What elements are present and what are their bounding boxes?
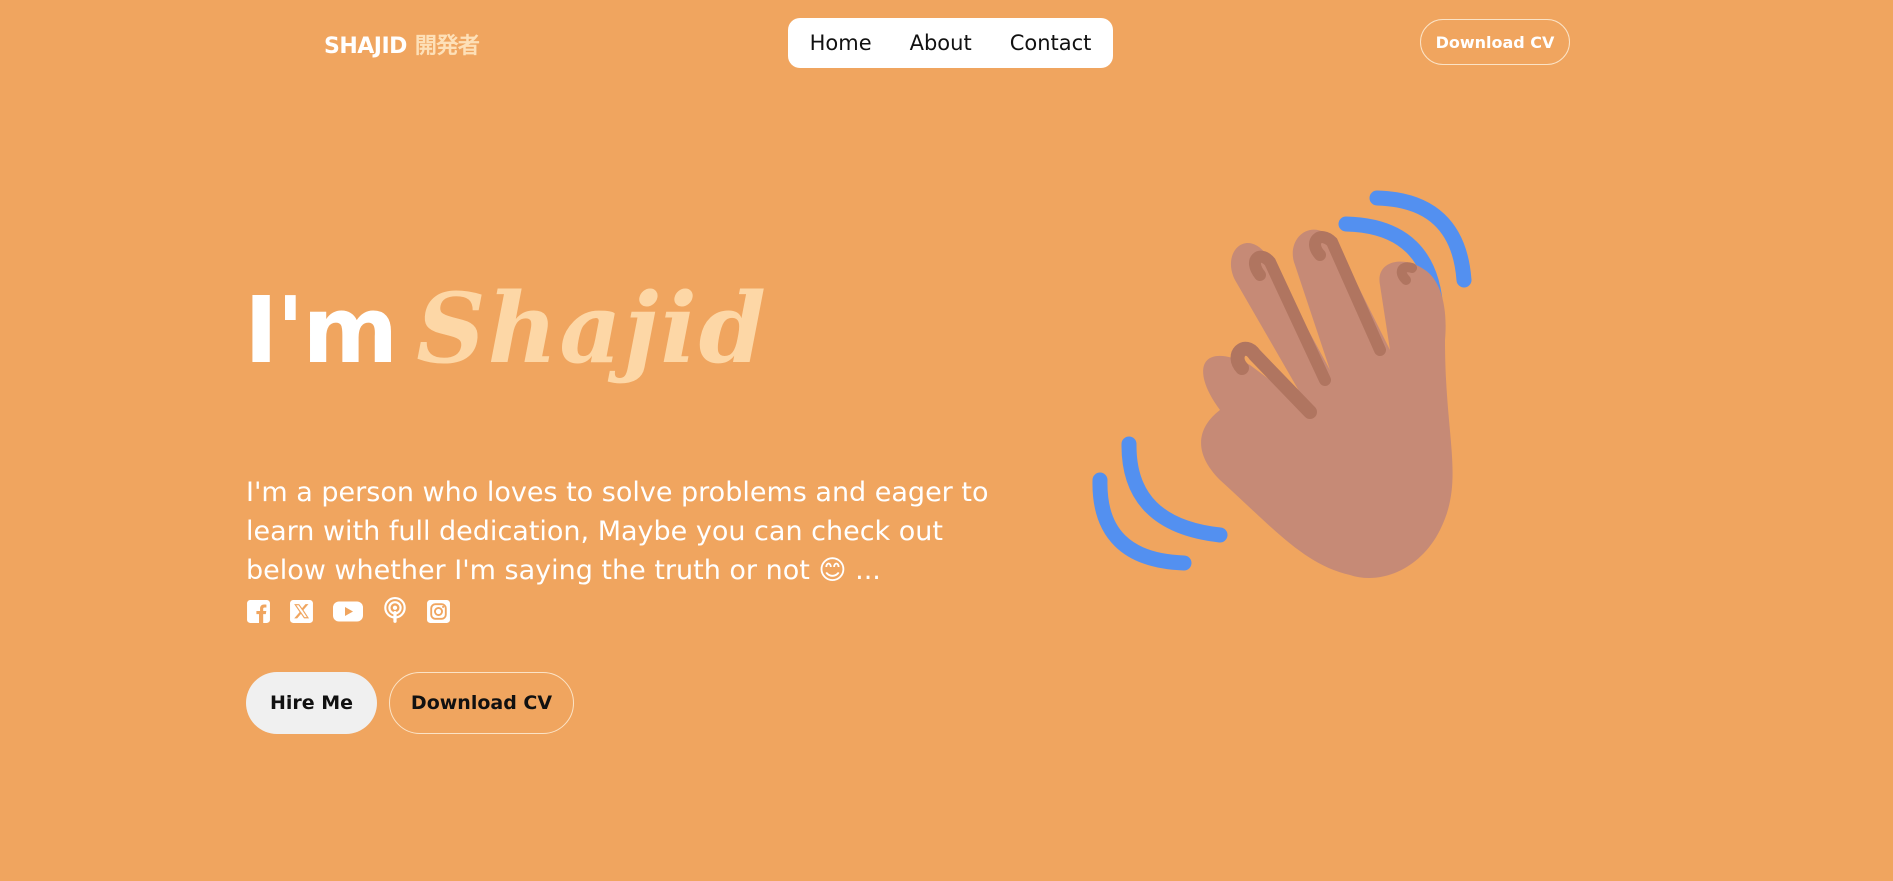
hero-title: I'm Shajid [244,272,768,432]
waving-hand-illustration [1092,190,1472,578]
nav-about[interactable]: About [910,31,972,55]
hand [1201,229,1453,578]
hero-description: I'm a person who loves to solve problems… [246,477,989,586]
hire-me-button[interactable]: Hire Me [246,672,377,734]
nav-home[interactable]: Home [810,31,872,55]
nav-contact[interactable]: Contact [1010,31,1092,55]
header-download-cv-button[interactable]: Download CV [1420,19,1570,65]
logo-jp-text: 開発者 [414,34,480,59]
x-twitter-icon[interactable] [289,599,314,624]
logo-text: SHAJID [324,34,407,59]
main-nav: Home About Contact [788,18,1113,68]
hero-download-cv-button[interactable]: Download CV [389,672,574,734]
site-logo[interactable]: SHAJID 開発者 [324,28,480,60]
hero-name: Shajid [416,272,768,385]
social-links [246,597,451,625]
instagram-icon[interactable] [426,599,451,624]
youtube-icon[interactable] [332,599,364,624]
podcast-icon[interactable] [382,597,408,625]
facebook-icon[interactable] [246,599,271,624]
hero-prefix: I'm [244,277,398,384]
